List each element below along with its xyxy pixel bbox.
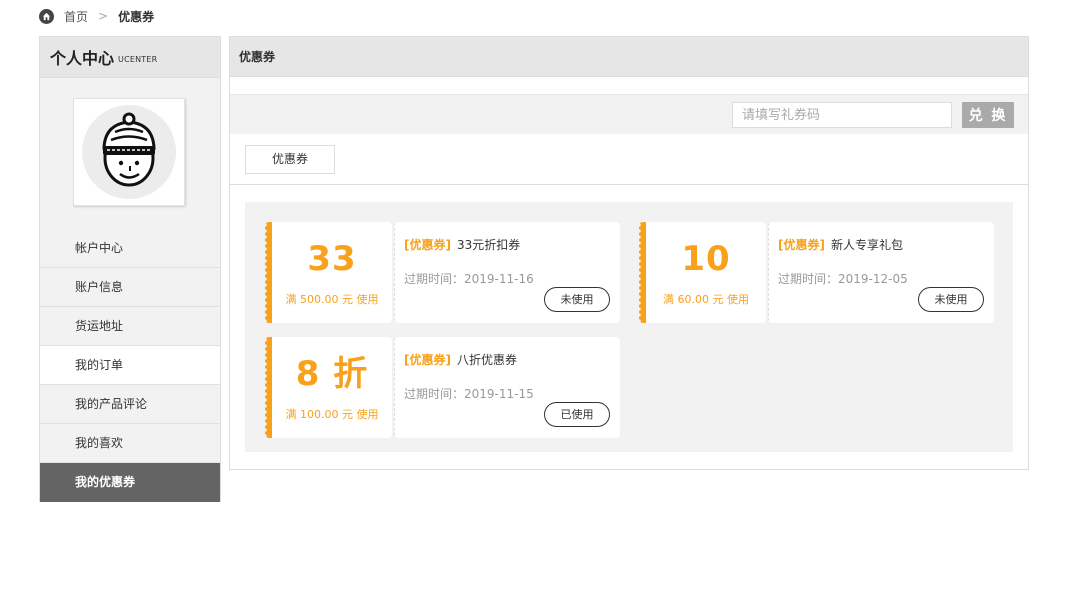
coupon-value-panel: 8 折 满 100.00 元 使用 — [265, 337, 392, 438]
sidebar: 个人中心 UCENTER 帐户中心 账户信息 货运地址 我的订单 我的产品评论 … — [39, 36, 221, 502]
sidebar-item-label: 我的产品评论 — [75, 397, 148, 411]
coupon-card: 10 满 60.00 元 使用 [优惠券] 新人专享礼包 过期时间：2019-12… — [639, 222, 994, 323]
main-panel: 优惠券 兑 换 优惠券 33 满 500.00 元 使用 [优惠券] 33元折扣券… — [229, 36, 1029, 470]
redeem-bar: 兑 换 — [230, 94, 1028, 134]
sidebar-item-label: 账户信息 — [75, 280, 124, 294]
sidebar-menu: 帐户中心 账户信息 货运地址 我的订单 我的产品评论 我的喜欢 我的优惠券 — [40, 229, 220, 502]
sidebar-item-shipping-address[interactable]: 货运地址 — [40, 307, 220, 346]
coupon-condition: 满 60.00 元 使用 — [663, 293, 749, 306]
sidebar-title: 个人中心 — [50, 49, 115, 68]
sidebar-item-account-center[interactable]: 帐户中心 — [40, 229, 220, 268]
breadcrumb-current: 优惠券 — [118, 9, 155, 24]
coupon-name: [优惠券] 八折优惠券 — [404, 351, 517, 368]
coupon-info-panel: [优惠券] 新人专享礼包 过期时间：2019-12-05 未使用 — [768, 222, 994, 323]
sidebar-item-my-orders[interactable]: 我的订单 — [40, 346, 220, 385]
sidebar-item-my-reviews[interactable]: 我的产品评论 — [40, 385, 220, 424]
coupon-title: 新人专享礼包 — [830, 238, 903, 252]
coupon-value-panel: 33 满 500.00 元 使用 — [265, 222, 392, 323]
coupon-code-input[interactable] — [732, 102, 952, 128]
coupon-amount: 8 折 — [295, 354, 369, 394]
avatar-image — [82, 105, 176, 199]
coupon-card: 8 折 满 100.00 元 使用 [优惠券] 八折优惠券 过期时间：2019-1… — [265, 337, 620, 438]
sidebar-item-label: 货运地址 — [75, 319, 124, 333]
redeem-button[interactable]: 兑 换 — [962, 102, 1014, 128]
coupon-tag: [优惠券] — [778, 238, 825, 252]
coupon-list: 33 满 500.00 元 使用 [优惠券] 33元折扣券 过期时间：2019-1… — [245, 202, 1013, 452]
avatar — [73, 98, 185, 206]
tab-divider — [230, 184, 1028, 185]
sidebar-item-my-favorites[interactable]: 我的喜欢 — [40, 424, 220, 463]
coupon-value-panel: 10 满 60.00 元 使用 — [639, 222, 766, 323]
page-title: 优惠券 — [230, 37, 1028, 77]
sidebar-item-label: 我的订单 — [75, 358, 124, 372]
sidebar-item-label: 我的喜欢 — [75, 436, 124, 450]
coupon-title: 33元折扣券 — [456, 238, 521, 252]
coupon-name: [优惠券] 新人专享礼包 — [778, 236, 903, 253]
coupon-tag: [优惠券] — [404, 353, 451, 367]
coupon-info-panel: [优惠券] 八折优惠券 过期时间：2019-11-15 已使用 — [394, 337, 620, 438]
breadcrumb: 首页 > 优惠券 — [39, 7, 154, 25]
coupon-expire: 过期时间：2019-12-05 — [778, 272, 908, 286]
coupon-card: 33 满 500.00 元 使用 [优惠券] 33元折扣券 过期时间：2019-1… — [265, 222, 620, 323]
tab-coupons[interactable]: 优惠券 — [245, 145, 335, 174]
coupon-status-button[interactable]: 已使用 — [544, 402, 610, 427]
coupon-status-button[interactable]: 未使用 — [544, 287, 610, 312]
sidebar-item-label: 我的优惠券 — [75, 475, 136, 489]
coupon-condition: 满 500.00 元 使用 — [285, 293, 379, 306]
sidebar-item-account-info[interactable]: 账户信息 — [40, 268, 220, 307]
sidebar-body: 帐户中心 账户信息 货运地址 我的订单 我的产品评论 我的喜欢 我的优惠券 — [40, 78, 220, 502]
coupon-tag: [优惠券] — [404, 238, 451, 252]
sidebar-header: 个人中心 UCENTER — [40, 37, 220, 78]
coupon-title: 八折优惠券 — [456, 353, 517, 367]
sidebar-item-my-coupons[interactable]: 我的优惠券 — [40, 463, 220, 502]
coupon-amount: 33 — [307, 239, 357, 279]
sidebar-subtitle: UCENTER — [118, 54, 158, 64]
coupon-expire: 过期时间：2019-11-15 — [404, 387, 534, 401]
coupon-info-panel: [优惠券] 33元折扣券 过期时间：2019-11-16 未使用 — [394, 222, 620, 323]
breadcrumb-separator: > — [98, 9, 109, 23]
home-icon[interactable] — [39, 8, 54, 24]
sidebar-item-label: 帐户中心 — [75, 241, 124, 255]
coupon-status-button[interactable]: 未使用 — [918, 287, 984, 312]
coupon-amount: 10 — [681, 239, 731, 279]
coupon-condition: 满 100.00 元 使用 — [285, 408, 379, 421]
coupon-name: [优惠券] 33元折扣券 — [404, 236, 520, 253]
breadcrumb-home[interactable]: 首页 — [64, 8, 88, 25]
coupon-expire: 过期时间：2019-11-16 — [404, 272, 534, 286]
